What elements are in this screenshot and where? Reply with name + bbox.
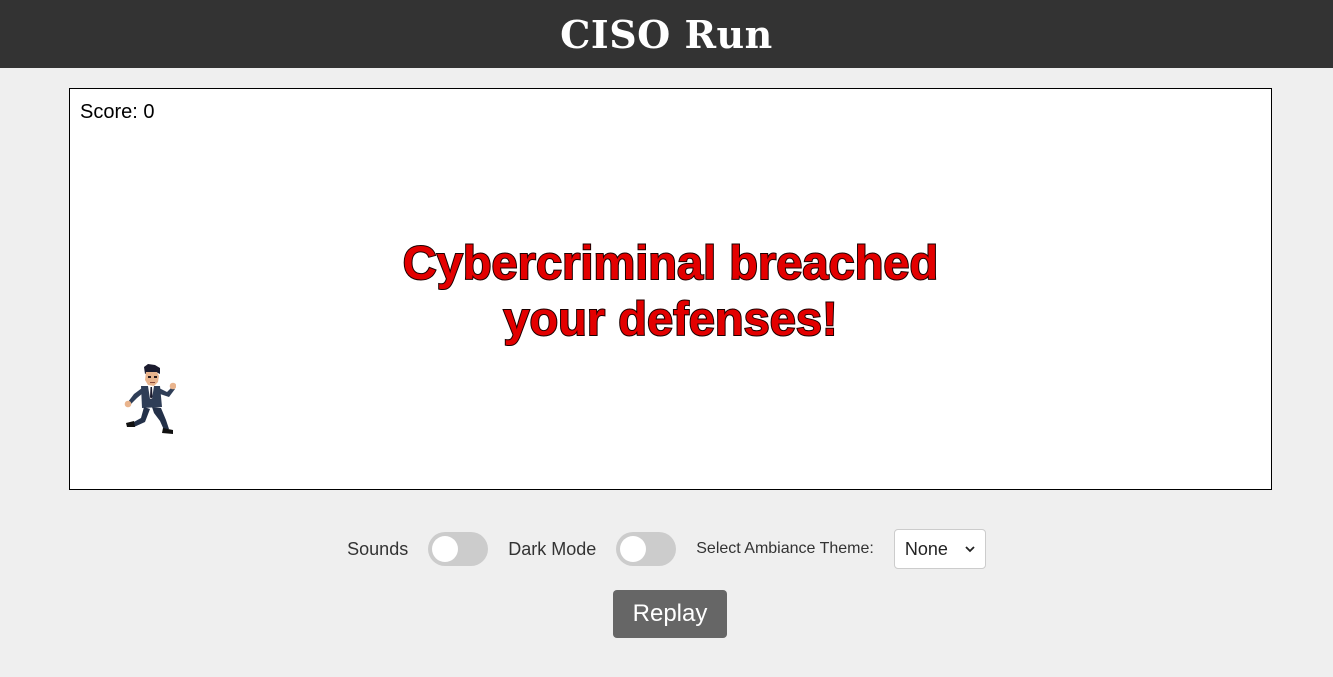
game-over-message: Cybercriminal breached your defenses! xyxy=(70,235,1271,347)
score-label: Score: xyxy=(80,101,138,123)
game-canvas[interactable]: Score: 0 Cybercriminal breached your def… xyxy=(69,88,1272,490)
game-over-line-1: Cybercriminal breached xyxy=(402,235,940,290)
header-bar: CISO Run xyxy=(0,0,1333,68)
replay-button[interactable]: Replay xyxy=(613,590,727,638)
dark-mode-toggle-knob xyxy=(620,536,647,562)
ambiance-theme-select[interactable]: None xyxy=(893,529,986,569)
running-ciso-sprite-icon xyxy=(124,364,176,434)
score-value: 0 xyxy=(143,101,155,123)
sounds-toggle[interactable] xyxy=(428,532,489,566)
dark-mode-label: Dark Mode xyxy=(508,538,597,559)
game-over-line-2: your defenses! xyxy=(502,291,838,346)
ambiance-theme-value: None xyxy=(904,538,948,559)
sounds-label: Sounds xyxy=(347,538,409,559)
app-title: CISO Run xyxy=(560,11,773,57)
ambiance-theme-label: Select Ambiance Theme: xyxy=(696,540,874,557)
score-display: Score: 0 xyxy=(80,101,155,124)
chevron-down-icon xyxy=(965,546,975,553)
sounds-toggle-knob xyxy=(432,536,459,562)
dark-mode-toggle[interactable] xyxy=(616,532,677,566)
controls-bar: Sounds Dark Mode Select Ambiance Theme: … xyxy=(0,528,1333,570)
